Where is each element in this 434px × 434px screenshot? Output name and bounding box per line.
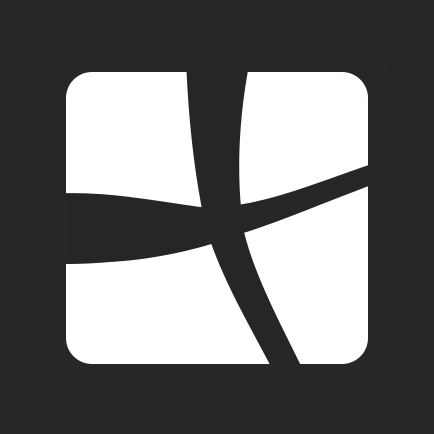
app-icon (0, 0, 434, 434)
app-logo-icon (0, 0, 434, 434)
